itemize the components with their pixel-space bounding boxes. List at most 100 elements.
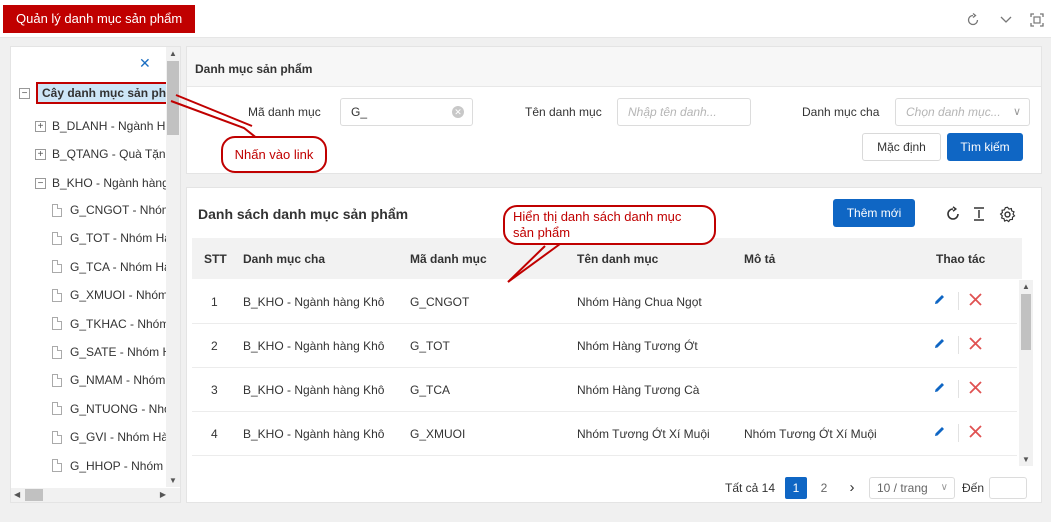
tree-leaf-label[interactable]: G_TKHAC - Nhóm: [70, 317, 169, 331]
cell-name: Nhóm Hàng Tương Ớt: [577, 339, 698, 353]
page-size-select[interactable]: 10 / trang ∨: [869, 477, 955, 499]
expand-icon[interactable]: +: [35, 148, 46, 160]
page-2-button[interactable]: 2: [813, 477, 835, 499]
reload-icon[interactable]: [942, 203, 964, 225]
tree-node-label[interactable]: B_KHO - Ngành hàng: [52, 176, 169, 190]
edit-icon[interactable]: [933, 337, 947, 351]
cell-name: Nhóm Tương Ớt Xí Muội: [577, 427, 710, 441]
action-divider: [958, 292, 959, 310]
tree-node[interactable]: + B_DLANH - Ngành H: [35, 116, 165, 136]
cell-code: G_TOT: [410, 339, 450, 353]
search-button[interactable]: Tìm kiếm: [947, 133, 1023, 161]
tree-leaf-label[interactable]: G_SATE - Nhóm H: [70, 345, 171, 359]
chevron-down-icon: ∨: [1012, 106, 1021, 118]
category-tree-panel: ✕ − Cây danh mục sản phẩm + B_DLANH - Ngà…: [10, 46, 181, 503]
tree-leaf-label[interactable]: G_HHOP - Nhóm: [70, 459, 163, 473]
col-header-actions: Thao tác: [936, 252, 986, 266]
delete-icon[interactable]: [968, 380, 984, 396]
add-button[interactable]: Thêm mới: [833, 199, 915, 227]
expand-icon[interactable]: +: [35, 120, 46, 132]
clear-icon[interactable]: ✕: [452, 106, 464, 118]
edit-icon[interactable]: [933, 381, 947, 395]
action-divider: [958, 424, 959, 442]
tree-node[interactable]: + B_QTANG - Quà Tặng: [35, 144, 172, 164]
tree-leaf[interactable]: G_NTUONG - Nhó: [52, 399, 171, 419]
action-divider: [958, 380, 959, 398]
name-input[interactable]: Nhập tên danh...: [617, 98, 751, 126]
table-row[interactable]: 3 B_KHO - Ngành hàng Khô G_TCA Nhóm Hàng Tư…: [192, 368, 1017, 412]
tree-vertical-scrollbar[interactable]: ▲ ▼: [166, 47, 180, 487]
cell-code: G_XMUOI: [410, 427, 466, 441]
cell-stt: 1: [211, 295, 218, 309]
tree-leaf[interactable]: G_XMUOI - Nhóm: [52, 285, 168, 305]
chevron-down-icon: ∨: [940, 482, 948, 493]
document-icon: [52, 288, 62, 302]
total-count: Tất cả 14: [725, 481, 776, 495]
cell-parent: B_KHO - Ngành hàng Khô: [243, 339, 385, 353]
tree-leaf-label[interactable]: G_XMUOI - Nhóm: [70, 288, 168, 302]
tree-leaf[interactable]: G_SATE - Nhóm H: [52, 342, 171, 362]
col-header-description: Mô tả: [744, 252, 776, 266]
column-height-icon[interactable]: [968, 203, 990, 225]
col-header-name: Tên danh mục: [577, 252, 659, 266]
tree-leaf[interactable]: G_TOT - Nhóm Hà: [52, 228, 171, 248]
tree-leaf[interactable]: G_NMAM - Nhóm: [52, 370, 165, 390]
fullscreen-icon[interactable]: [1027, 10, 1047, 30]
tree-leaf-label[interactable]: G_GVI - Nhóm Hà: [70, 430, 168, 444]
tree-leaf[interactable]: G_CNGOT - Nhóm: [52, 200, 172, 220]
tree-node[interactable]: − B_KHO - Ngành hàng: [35, 173, 169, 193]
tree-node-label[interactable]: B_DLANH - Ngành H: [52, 119, 165, 133]
tree-leaf-label[interactable]: G_NTUONG - Nhó: [70, 402, 171, 416]
search-panel-title: Danh mục sản phẩm: [187, 47, 1041, 87]
table-row[interactable]: 4 B_KHO - Ngành hàng Khô G_XMUOI Nhóm Tương…: [192, 412, 1017, 456]
tree-root[interactable]: − Cây danh mục sản phẩm: [19, 82, 180, 104]
goto-page-input[interactable]: [989, 477, 1027, 499]
tree-root-label[interactable]: Cây danh mục sản phẩm: [36, 82, 180, 104]
tree-node-label[interactable]: B_QTANG - Quà Tặng: [52, 147, 172, 161]
settings-icon[interactable]: [996, 203, 1018, 225]
cell-stt: 4: [211, 427, 218, 441]
table-row[interactable]: 2 B_KHO - Ngành hàng Khô G_TOT Nhóm Hàng Tư…: [192, 324, 1017, 368]
tab-product-category[interactable]: Quản lý danh mục sản phẩm: [3, 5, 196, 33]
document-icon: [52, 231, 62, 245]
name-label: Tên danh mục: [525, 105, 602, 119]
tree-leaf-label[interactable]: G_TCA - Nhóm Hà: [70, 260, 171, 274]
close-icon[interactable]: ✕: [139, 55, 151, 72]
parent-select[interactable]: Chọn danh mục... ∨: [895, 98, 1030, 126]
reset-button[interactable]: Mặc định: [862, 133, 941, 161]
table-row[interactable]: 1 B_KHO - Ngành hàng Khô G_CNGOT Nhóm Hàng …: [192, 280, 1017, 324]
tree-leaf[interactable]: G_TCA - Nhóm Hà: [52, 257, 171, 277]
action-divider: [958, 336, 959, 354]
delete-icon[interactable]: [968, 424, 984, 440]
tree-leaf-label[interactable]: G_NMAM - Nhóm: [70, 373, 165, 387]
code-input[interactable]: G_ ✕: [340, 98, 473, 126]
delete-icon[interactable]: [968, 336, 984, 352]
cell-code: G_CNGOT: [410, 295, 470, 309]
cell-name: Nhóm Hàng Chua Ngọt: [577, 295, 702, 309]
tree-leaf[interactable]: G_TKHAC - Nhóm: [52, 314, 169, 334]
refresh-icon[interactable]: [963, 10, 983, 30]
next-page-button[interactable]: ›: [841, 477, 863, 499]
edit-icon[interactable]: [933, 425, 947, 439]
tree-leaf[interactable]: G_HHOP - Nhóm: [52, 456, 163, 476]
delete-icon[interactable]: [968, 292, 984, 308]
tree-horizontal-scrollbar[interactable]: ◀ ▶: [11, 488, 180, 502]
document-icon: [52, 430, 62, 444]
page-1-button[interactable]: 1: [785, 477, 807, 499]
collapse-icon[interactable]: −: [35, 177, 46, 189]
cell-parent: B_KHO - Ngành hàng Khô: [243, 383, 385, 397]
tree-leaf-label[interactable]: G_CNGOT - Nhóm: [70, 203, 172, 217]
document-icon: [52, 260, 62, 274]
cell-stt: 3: [211, 383, 218, 397]
col-header-code: Mã danh mục: [410, 252, 487, 266]
table-vertical-scrollbar[interactable]: ▲ ▼: [1019, 280, 1033, 466]
document-icon: [52, 345, 62, 359]
tree-leaf[interactable]: G_GVI - Nhóm Hà: [52, 427, 168, 447]
tree-leaf-label[interactable]: G_TOT - Nhóm Hà: [70, 231, 171, 245]
document-icon: [52, 459, 62, 473]
edit-icon[interactable]: [933, 293, 947, 307]
collapse-icon[interactable]: −: [19, 87, 30, 99]
parent-label: Danh mục cha: [802, 105, 880, 119]
col-header-stt: STT: [204, 252, 227, 266]
chevron-down-icon[interactable]: [996, 10, 1016, 30]
